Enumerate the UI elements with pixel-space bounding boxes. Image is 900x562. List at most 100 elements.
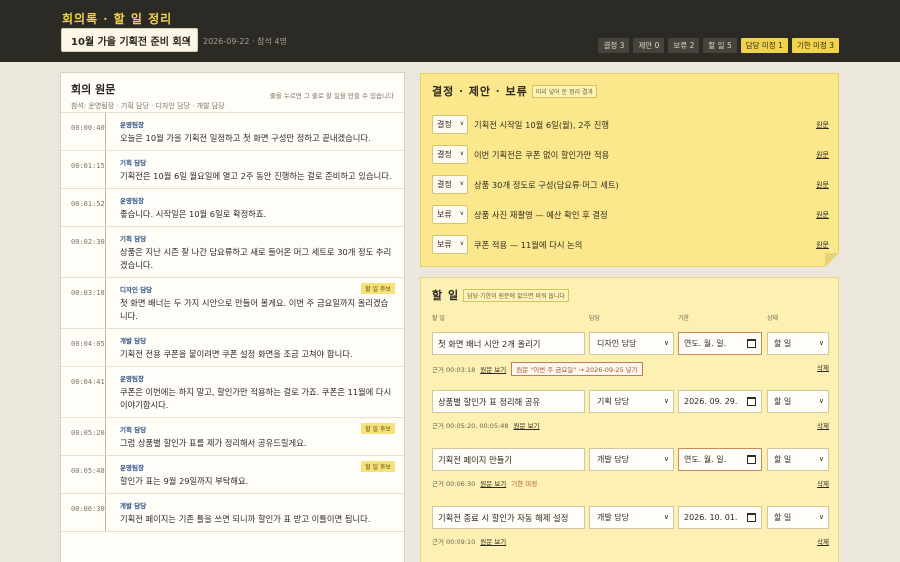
sticky-fold bbox=[825, 253, 839, 267]
decision-source-link[interactable]: 원문 bbox=[816, 240, 829, 250]
transcript-time: 00:04:41 bbox=[61, 367, 106, 417]
todo-due-input[interactable]: 2026. 10. 01. bbox=[678, 506, 762, 529]
decision-text: 상품 30개 정도로 구성(담요류·머그 세트) bbox=[474, 179, 619, 190]
chevron-down-icon: ∨ bbox=[459, 120, 464, 127]
todo-candidate-badge: 할 일 후보 bbox=[361, 423, 395, 434]
todo-owner-select[interactable]: 디자인 담당 ∨ bbox=[589, 332, 674, 355]
todo-reference: 근거 00:06:30 bbox=[432, 480, 476, 488]
summary-counter[interactable]: 담당 미정 1 bbox=[740, 38, 788, 53]
transcript-speaker: 기획 담당 bbox=[120, 426, 147, 434]
todo-owner-value: 기획 담당 bbox=[597, 397, 629, 406]
todo-delete-link[interactable]: 삭제 bbox=[817, 420, 829, 430]
transcript-row[interactable]: 00:03:18 디자인 담당 첫 화면 배너는 두 가지 시안으로 만들어 볼게요… bbox=[61, 278, 404, 329]
todo-task-input[interactable]: 기획전 페이지 만들기 bbox=[432, 448, 585, 471]
todo-status-select[interactable]: 할 일 ∨ bbox=[767, 448, 829, 471]
todo-due-input[interactable]: 2026. 09. 29. bbox=[678, 390, 762, 413]
transcript-row[interactable]: 00:05:48 운영팀장 할인가 표는 9월 29일까지 부탁해요. 할 일 후보 bbox=[61, 456, 404, 494]
todo-owner-select[interactable]: 기획 담당 ∨ bbox=[589, 390, 674, 413]
transcript-row[interactable]: 00:04:05 개발 담당 기획전 전용 쿠폰을 붙이려면 쿠폰 설정 화면을 조… bbox=[61, 329, 404, 367]
todo-status-select[interactable]: 할 일 ∨ bbox=[767, 390, 829, 413]
transcript-speaker: 운영팀장 bbox=[120, 464, 144, 472]
todo-meta: 근거 00:05:20, 00:05:48 원문 보기 bbox=[432, 420, 540, 430]
transcript-body: 기획 담당 기획전은 10월 6일 월요일에 열고 2주 동안 진행하는 걸로 준… bbox=[106, 151, 404, 188]
decision-type-value: 보류 bbox=[437, 210, 452, 219]
transcript-time: 00:05:20 bbox=[61, 418, 106, 455]
summary-counter[interactable]: 보류 2 bbox=[668, 38, 700, 53]
transcript-row[interactable]: 00:01:52 운영팀장 좋습니다. 시작일은 10월 6일로 확정하죠. bbox=[61, 189, 404, 227]
decision-type-select[interactable]: 결정 ∨ bbox=[432, 145, 468, 164]
todo-reference: 근거 00:05:20, 00:05:48 bbox=[432, 422, 509, 430]
todo-source-link[interactable]: 원문 보기 bbox=[480, 478, 506, 488]
transcript-list: 00:00:40 운영팀장 오늘은 10월 가을 기획전 일정하고 첫 화면 구성만… bbox=[61, 113, 404, 532]
summary-counter[interactable]: 기한 미정 3 bbox=[791, 38, 839, 53]
transcript-row[interactable]: 00:02:30 기획 담당 상품은 지난 시즌 잘 나간 담요류하고 새로 들어온… bbox=[61, 227, 404, 278]
todo-owner-select[interactable]: 개발 담당 ∨ bbox=[589, 448, 674, 471]
decision-source-link[interactable]: 원문 bbox=[816, 150, 829, 160]
transcript-body: 개발 담당 기획전 페이지는 기존 틀을 쓰면 되니까 할인가 표 받고 이틀이면… bbox=[106, 494, 404, 531]
transcript-body: 디자인 담당 첫 화면 배너는 두 가지 시안으로 만들어 볼게요. 이번 주 금… bbox=[106, 278, 404, 328]
chevron-down-icon: ∨ bbox=[818, 513, 824, 521]
transcript-hint: 줄을 누르면 그 줄로 할 일을 만들 수 있습니다 bbox=[269, 92, 394, 100]
todo-status-value: 할 일 bbox=[774, 455, 792, 464]
todo-candidate-badge: 할 일 후보 bbox=[361, 283, 395, 294]
transcript-row[interactable]: 00:04:41 운영팀장쿠폰은 이번에는 하지 말고, 할인가만 적용하는 걸로… bbox=[61, 367, 404, 418]
todo-source-link[interactable]: 원문 보기 bbox=[480, 536, 506, 546]
decision-type-select[interactable]: 보류 ∨ bbox=[432, 235, 468, 254]
transcript-time: 00:02:30 bbox=[61, 227, 106, 277]
chevron-down-icon: ∨ bbox=[663, 339, 669, 347]
decision-type-select[interactable]: 결정 ∨ bbox=[432, 175, 468, 194]
transcript-speaker: 운영팀장 bbox=[120, 375, 144, 383]
transcript-text: 오늘은 10월 가을 기획전 일정하고 첫 화면 구성만 정하고 끝내겠습니다. bbox=[120, 133, 371, 143]
decision-row: 보류 ∨ 쿠폰 적용 — 11월에 다시 논의 원문 bbox=[432, 234, 829, 255]
decision-type-select[interactable]: 보류 ∨ bbox=[432, 205, 468, 224]
decision-type-value: 결정 bbox=[437, 120, 452, 129]
decision-row: 결정 ∨ 기획전 시작일 10월 6일(월), 2주 진행 원문 bbox=[432, 114, 829, 135]
transcript-row[interactable]: 00:01:15 기획 담당 기획전은 10월 6일 월요일에 열고 2주 동안 진… bbox=[61, 151, 404, 189]
transcript-row[interactable]: 00:06:30 개발 담당 기획전 페이지는 기존 틀을 쓰면 되니까 할인가 표… bbox=[61, 494, 404, 532]
decisions-header: 결정 · 제안 · 보류 미리 넣어 둔 정리 결과 bbox=[432, 83, 598, 99]
todo-due-input[interactable]: 연도. 월. 일. bbox=[678, 448, 762, 471]
todo-status-value: 할 일 bbox=[774, 513, 792, 522]
todo-status-select[interactable]: 할 일 ∨ bbox=[767, 332, 829, 355]
transcript-speaker: 개발 담당 bbox=[120, 337, 147, 345]
transcript-body: 운영팀장 좋습니다. 시작일은 10월 6일로 확정하죠. bbox=[106, 189, 404, 226]
decision-type-select[interactable]: 결정 ∨ bbox=[432, 115, 468, 134]
todo-task-input[interactable]: 첫 화면 배너 시안 2개 올리기 bbox=[432, 332, 585, 355]
calendar-icon[interactable] bbox=[747, 397, 756, 406]
decision-source-link[interactable]: 원문 bbox=[816, 180, 829, 190]
todo-date-suggestion[interactable]: 원문 "이번 주 금요일" → 2026-09-25 넣기 bbox=[511, 362, 643, 376]
todo-delete-link[interactable]: 삭제 bbox=[817, 362, 829, 372]
todo-due-input[interactable]: 연도. 월. 일. bbox=[678, 332, 762, 355]
todo-source-link[interactable]: 원문 보기 bbox=[480, 364, 506, 374]
todo-due-value: 연도. 월. 일. bbox=[684, 455, 727, 464]
todos-note: 담당·기한이 원문에 없으면 비워 둡니다 bbox=[463, 288, 569, 302]
transcript-body: 기획 담당 상품은 지난 시즌 잘 나간 담요류하고 새로 들어온 머그 세트로 … bbox=[106, 227, 404, 277]
chevron-down-icon: ∨ bbox=[459, 240, 464, 247]
todo-task-input[interactable]: 상품별 할인가 표 정리해 공유 bbox=[432, 390, 585, 413]
todo-source-link[interactable]: 원문 보기 bbox=[514, 420, 540, 430]
summary-counter[interactable]: 제안 0 bbox=[633, 38, 665, 53]
summary-counter[interactable]: 할 일 5 bbox=[703, 38, 737, 53]
decision-source-link[interactable]: 원문 bbox=[816, 120, 829, 130]
chevron-down-icon: ∨ bbox=[459, 210, 464, 217]
transcript-text: 좋습니다. 시작일은 10월 6일로 확정하죠. bbox=[120, 209, 267, 219]
transcript-time: 00:01:52 bbox=[61, 189, 106, 226]
todo-status-select[interactable]: 할 일 ∨ bbox=[767, 506, 829, 529]
transcript-text: 쿠폰은 이번에는 하지 말고, 할인가만 적용하는 걸로 가죠. 쿠폰은 11월… bbox=[120, 387, 392, 410]
transcript-row[interactable]: 00:00:40 운영팀장 오늘은 10월 가을 기획전 일정하고 첫 화면 구성만… bbox=[61, 113, 404, 151]
decision-source-link[interactable]: 원문 bbox=[816, 210, 829, 220]
todo-reference: 근거 00:09:10 bbox=[432, 538, 476, 546]
todo-task-input[interactable]: 기획전 종료 시 할인가 자동 해제 설정 bbox=[432, 506, 585, 529]
transcript-time: 00:05:48 bbox=[61, 456, 106, 493]
meeting-select[interactable]: 10월 가을 기획전 준비 회의 ∨ bbox=[61, 28, 198, 52]
todo-owner-select[interactable]: 개발 담당 ∨ bbox=[589, 506, 674, 529]
calendar-icon[interactable] bbox=[747, 339, 756, 348]
calendar-icon[interactable] bbox=[747, 455, 756, 464]
calendar-icon[interactable] bbox=[747, 513, 756, 522]
transcript-panel: 회의 원문 참석: 운영팀장 · 기획 담당 · 디자인 담당 · 개발 담당 … bbox=[60, 72, 405, 562]
chevron-down-icon: ∨ bbox=[663, 455, 669, 463]
todo-delete-link[interactable]: 삭제 bbox=[817, 536, 829, 546]
todo-delete-link[interactable]: 삭제 bbox=[817, 478, 829, 488]
transcript-row[interactable]: 00:05:20 기획 담당 그럼 상품별 할인가 표를 제가 정리해서 공유드릴게… bbox=[61, 418, 404, 456]
summary-counter[interactable]: 결정 3 bbox=[598, 38, 630, 53]
